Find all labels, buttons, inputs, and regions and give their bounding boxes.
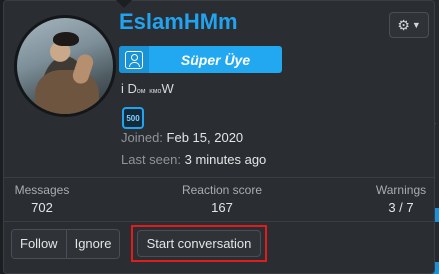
gear-icon: ⚙ bbox=[397, 16, 410, 33]
last-seen-label: Last seen: bbox=[121, 152, 181, 167]
stat-value: 702 bbox=[31, 200, 53, 215]
username-link[interactable]: EslamHMm bbox=[119, 9, 238, 35]
joined-info: Joined: Feb 15, 2020 bbox=[121, 130, 243, 145]
last-seen-time: 3 minutes ago bbox=[184, 152, 267, 167]
tooltip-arrow bbox=[116, 0, 132, 8]
stat-value: 167 bbox=[211, 200, 233, 215]
member-tooltip-card: EslamHMm ⚙ ▼ Süper Üye i Dᴏᴍ ᴋᴍᴏW 500 Jo… bbox=[3, 0, 435, 274]
stat-label: Messages bbox=[14, 183, 70, 197]
divider bbox=[4, 177, 434, 178]
stat-messages: Messages 702 bbox=[10, 183, 74, 215]
stat-value: 3 / 7 bbox=[388, 200, 414, 215]
user-icon bbox=[119, 46, 149, 73]
user-rank-banner: Süper Üye bbox=[119, 46, 282, 73]
follow-ignore-group: Follow Ignore bbox=[11, 229, 121, 259]
trophy-badge-icon[interactable]: 500 bbox=[122, 107, 144, 129]
stat-label: Warnings bbox=[375, 183, 427, 197]
ignore-button[interactable]: Ignore bbox=[65, 230, 120, 258]
joined-date: Feb 15, 2020 bbox=[166, 130, 244, 145]
custom-title: i Dᴏᴍ ᴋᴍᴏW bbox=[121, 81, 174, 96]
stat-warnings: Warnings 3 / 7 bbox=[372, 183, 430, 215]
start-conversation-button[interactable]: Start conversation bbox=[137, 230, 261, 257]
settings-menu-button[interactable]: ⚙ ▼ bbox=[389, 12, 429, 38]
rank-label: Süper Üye bbox=[180, 51, 251, 68]
highlight-box: Start conversation bbox=[131, 225, 267, 262]
stat-label: Reaction score bbox=[181, 183, 263, 197]
stat-reaction-score: Reaction score 167 bbox=[167, 183, 277, 215]
last-seen-info: Last seen: 3 minutes ago bbox=[121, 152, 266, 167]
joined-label: Joined: bbox=[121, 130, 163, 145]
avatar[interactable] bbox=[14, 15, 116, 117]
chevron-down-icon: ▼ bbox=[411, 20, 421, 30]
follow-button[interactable]: Follow bbox=[12, 230, 66, 258]
divider bbox=[4, 221, 434, 222]
